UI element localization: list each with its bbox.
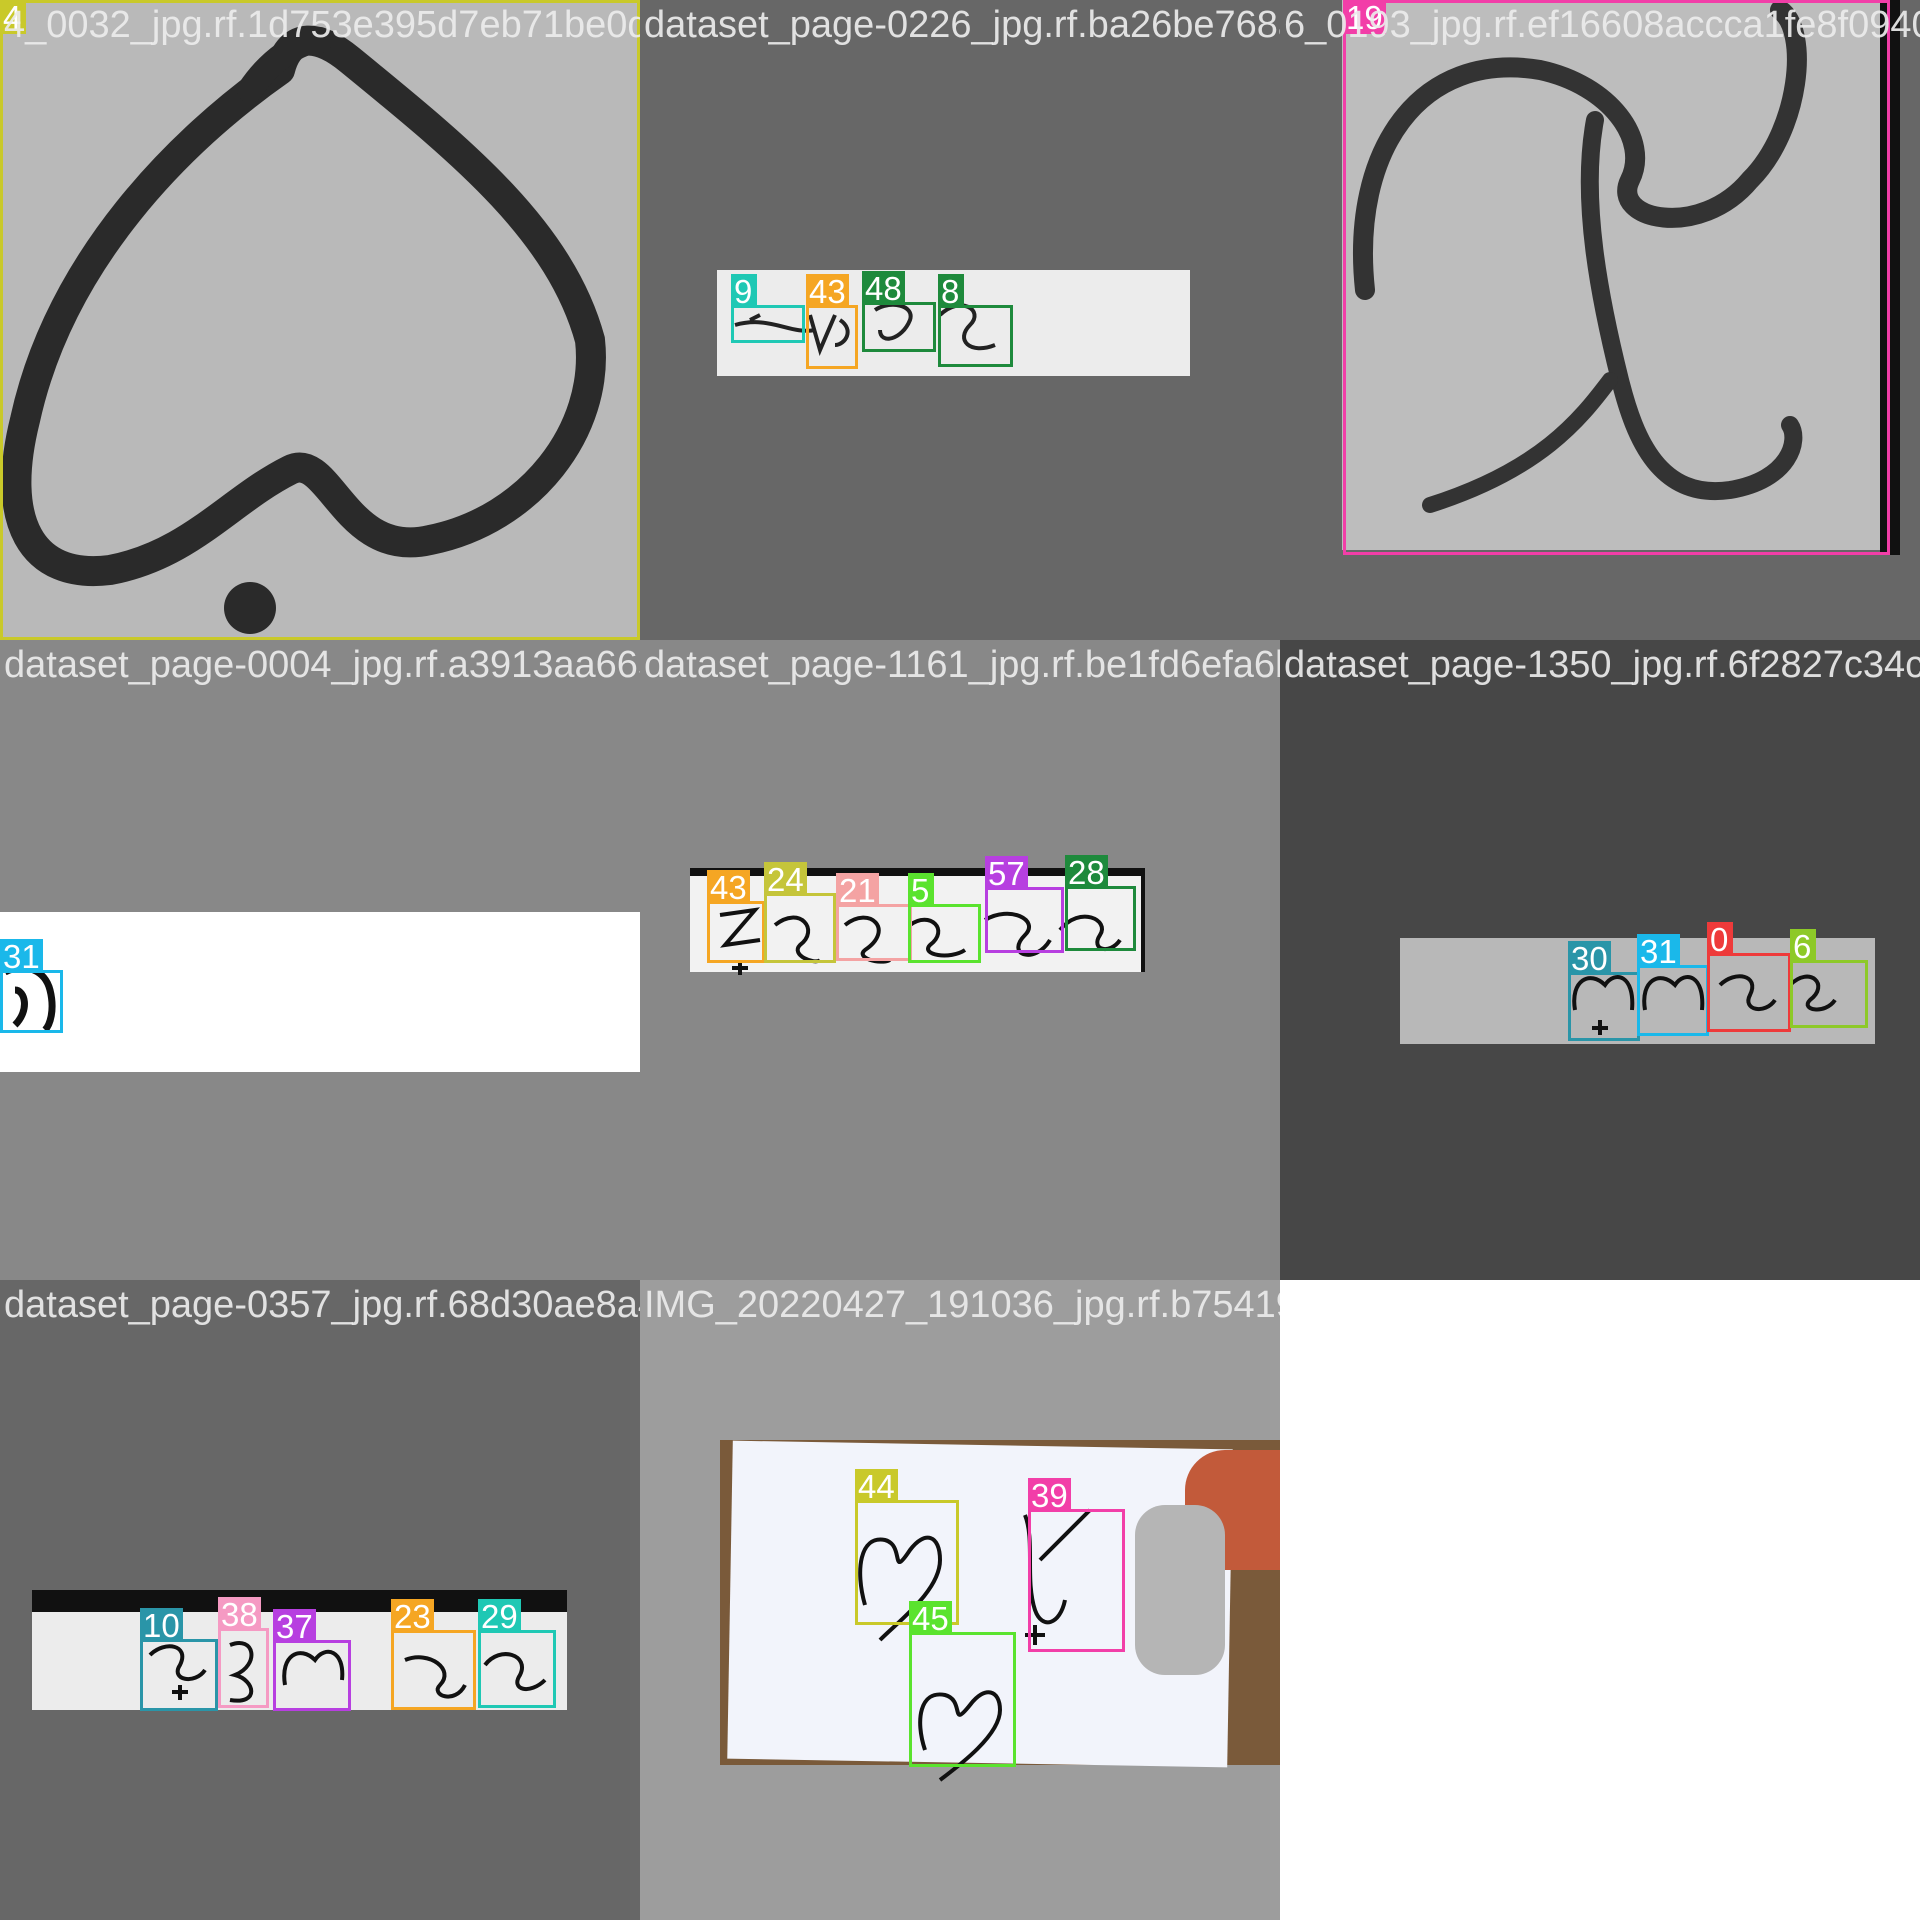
detection-box: 5	[908, 873, 981, 963]
detection-box: 37	[273, 1609, 351, 1711]
detection-label: 31	[1637, 934, 1680, 970]
detection-label: 43	[806, 274, 849, 310]
detection-box: 10	[140, 1608, 218, 1711]
detection-mosaic: 4 4_0032_jpg.rf.1d753e395d7eb71be0dd201d…	[0, 0, 1920, 1920]
detection-label: 19	[1343, 0, 1386, 36]
detection-box: 43	[806, 274, 858, 369]
tile-5: 43 24 21 5 57 28 dataset_page-1161_jpg.r…	[640, 640, 1280, 1280]
detection-label: 24	[764, 862, 807, 898]
detection-label: 10	[140, 1608, 183, 1644]
detection-box: 48	[862, 271, 936, 352]
detection-box: 38	[218, 1597, 269, 1708]
tile-1: 4 4_0032_jpg.rf.1d753e395d7eb71be0dd201d…	[0, 0, 640, 640]
detection-label: 5	[908, 873, 934, 909]
detection-label: 48	[862, 271, 905, 307]
tile-3: 19 6_0193_jpg.rf.ef16608accca1fe8f0940	[1280, 0, 1920, 640]
detection-box: 28	[1065, 855, 1136, 951]
detection-box: 45	[909, 1601, 1016, 1767]
detection-label: 38	[218, 1597, 261, 1633]
detection-box: 19	[1343, 0, 1890, 555]
glyph-strokes	[148, 1641, 547, 1703]
detection-box: 29	[478, 1599, 556, 1708]
detection-box: 43	[707, 870, 765, 963]
detection-box: 23	[391, 1599, 476, 1710]
tile-4: 31 dataset_page-0004_jpg.rf.a3913aa66573…	[0, 640, 640, 1280]
detection-label: 4	[0, 0, 26, 36]
tile-8: 44 39 45 IMG_20220427_191036_jpg.rf.b754…	[640, 1280, 1280, 1920]
detection-box: 30	[1568, 941, 1640, 1041]
detection-box: 57	[985, 856, 1064, 953]
detection-box: 4	[0, 0, 640, 640]
detection-label: 9	[731, 274, 757, 310]
glyph-strokes	[858, 1508, 1092, 1782]
detection-label: 28	[1065, 855, 1108, 891]
glyph-strokes	[3, 964, 56, 1033]
detection-label: 37	[273, 1609, 316, 1645]
empty-cell	[1280, 1280, 1920, 1920]
tile-6: 30 31 0 6 dataset_page-1350_jpg.rf.6f282…	[1280, 640, 1920, 1280]
detection-label: 43	[707, 870, 750, 906]
detection-label: 8	[938, 274, 964, 310]
detection-label: 57	[985, 856, 1028, 892]
tile-2: 9 43 48 8 dataset_page-0226_jpg.rf.ba26b…	[640, 0, 1280, 640]
detection-label: 0	[1707, 922, 1733, 958]
detection-box: 21	[836, 873, 912, 961]
detection-label: 6	[1790, 929, 1816, 965]
detection-box: 39	[1028, 1478, 1125, 1652]
detection-label: 23	[391, 1599, 434, 1635]
detection-label: 39	[1028, 1478, 1071, 1514]
detection-box: 0	[1707, 922, 1791, 1032]
detection-box: 31	[1637, 934, 1709, 1036]
detection-box: 31	[0, 939, 63, 1033]
detection-label: 21	[836, 873, 879, 909]
detection-label: 31	[0, 939, 43, 975]
detection-label: 30	[1568, 941, 1611, 977]
detection-box: 6	[1790, 929, 1868, 1028]
detection-box: 24	[764, 862, 836, 963]
detection-box: 9	[731, 274, 805, 343]
detection-label: 45	[909, 1601, 952, 1637]
detection-box: 8	[938, 274, 1013, 367]
tile-7: 10 38 37 23 29 dataset_page-0357_jpg.rf.…	[0, 1280, 640, 1920]
detection-label: 44	[855, 1469, 898, 1505]
detection-label: 29	[478, 1599, 521, 1635]
